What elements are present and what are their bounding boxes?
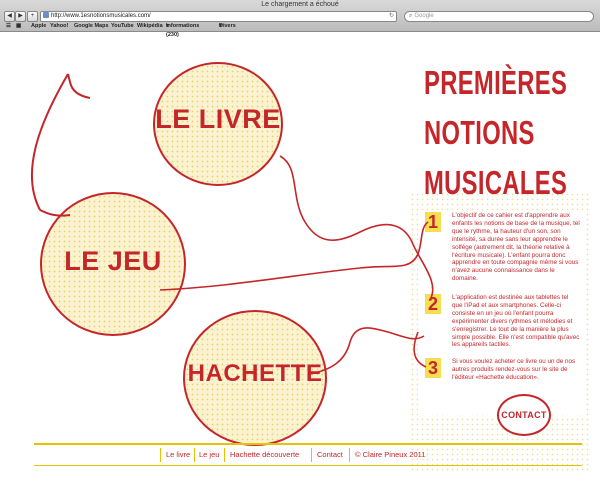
footer-link-le-jeu[interactable]: Le jeu [199,446,219,464]
plus-icon: + [30,13,35,19]
jeu-connector-curve [159,221,429,291]
livre-connector-curve [279,155,434,301]
forward-arrow-icon: ▶ [18,13,23,19]
bookmark-divers[interactable]: Divers ▾ [219,22,236,31]
browser-chrome: Le chargement a échoué ◀ ▶ + http://www.… [0,0,600,38]
footer-separator [160,448,161,462]
bookmark-apple[interactable]: Apple [31,22,46,31]
back-button[interactable]: ◀ [4,11,15,22]
note-stem-curve [30,73,91,217]
bookmarks-bar: ☰ ▦ Apple Yahoo! Google Maps YouTube Wik… [0,22,600,38]
browser-toolbar: ◀ ▶ + http://www.1esnotionsmusicales.com… [0,10,600,22]
bookmark-yahoo[interactable]: Yahoo! [50,22,68,31]
footer-copyright: © Claire Pineux 2011 [355,450,426,459]
bookmark-google-maps[interactable]: Google Maps [74,22,109,31]
footer-link-contact[interactable]: Contact [317,446,343,464]
footer-separator [349,448,350,462]
footer-separator [224,448,225,462]
reload-icon[interactable]: ↻ [389,12,394,21]
bookmark-wikipedia[interactable]: Wikipédia [137,22,163,31]
footer-separator [311,448,312,462]
site-favicon-icon [43,12,49,18]
footer-top-rule [34,443,582,445]
contact-label: Contact [501,410,547,420]
address-bar[interactable]: http://www.1esnotionsmusicales.com/ ↻ [40,11,397,22]
bookmark-informations[interactable]: Informations (230) ▾ [166,22,199,38]
top-sites-icon[interactable]: ▦ [16,22,21,31]
back-arrow-icon: ◀ [7,13,12,19]
search-placeholder: Google [414,13,434,19]
bookmarks-icon[interactable]: ☰ [6,22,11,31]
bookmark-youtube[interactable]: YouTube [111,22,134,31]
search-icon: ⌕ [409,13,413,19]
search-field[interactable]: ⌕ Google [404,11,594,22]
web-page: Le livre Le jeu Hachette Premières notio… [0,32,600,487]
forward-button[interactable]: ▶ [15,11,26,22]
footer-separator [194,448,195,462]
footer-link-hachette[interactable]: Hachette découverte [230,446,299,464]
hachette-connector-curve [309,327,427,375]
footer-bottom-rule [34,465,582,466]
window-title: Le chargement a échoué [261,1,339,8]
contact-button[interactable]: Contact [497,394,551,436]
add-bookmark-button[interactable]: + [27,11,38,22]
footer-link-le-livre[interactable]: Le livre [166,446,190,464]
url-text: http://www.1esnotionsmusicales.com/ [51,13,151,19]
